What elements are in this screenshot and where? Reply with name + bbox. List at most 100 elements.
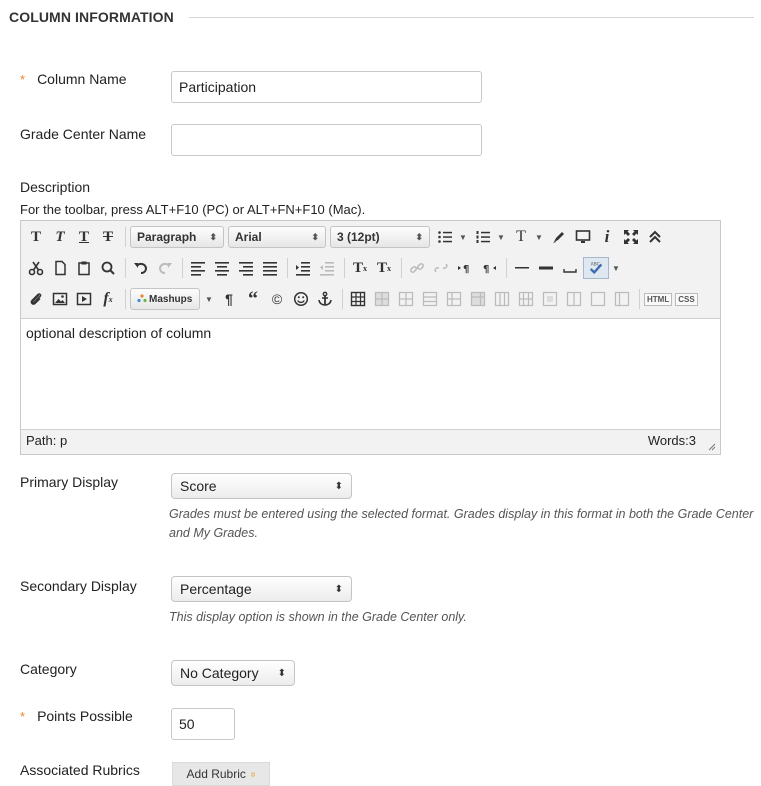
info-icon[interactable]: i [596,226,618,248]
category-select[interactable]: No Category ⬍ [171,660,295,686]
required-asterisk-icon: * [20,72,26,87]
description-editor: T T T T Paragraph ⬍ Arial ⬍ 3 (12pt) ⬍ ▼ ▼ … [20,220,721,455]
mashups-dropdown-icon[interactable]: ▼ [204,295,214,304]
paste-icon[interactable] [73,257,95,279]
table-delete-row-icon[interactable] [419,288,441,310]
primary-display-select[interactable]: Score ⬍ [171,473,352,499]
toolbar-separator [342,289,343,309]
secondary-display-value: Percentage [180,581,252,597]
table-props-icon[interactable] [587,288,609,310]
superscript-icon[interactable]: Tx [349,257,371,279]
secondary-display-select[interactable]: Percentage ⬍ [171,576,352,602]
spellcheck-icon[interactable]: ABC [583,257,609,279]
secondary-display-help: This display option is shown in the Grad… [169,610,467,624]
copyright-icon[interactable]: © [266,288,288,310]
resize-handle-icon[interactable] [706,441,716,451]
toolbar-separator [287,258,288,278]
insert-media-icon[interactable] [73,288,95,310]
cut-icon[interactable] [25,257,47,279]
insert-table-icon[interactable] [347,288,369,310]
css-editor-button[interactable]: CSS [675,292,698,306]
editor-word-count: Words:3 [647,433,696,448]
grade-center-name-label: Grade Center Name [20,126,147,142]
html-source-button[interactable]: HTML [644,292,673,306]
toolbar-separator [401,258,402,278]
description-content-area[interactable]: optional description of column [21,318,720,430]
table-delete-col-icon[interactable] [491,288,513,310]
toolbar-separator [506,258,507,278]
format-select[interactable]: Paragraph ⬍ [130,226,224,248]
nonbreaking-space-icon[interactable] [559,257,581,279]
format-select-value: Paragraph [137,230,197,244]
fullscreen-icon[interactable] [620,226,642,248]
highlight-pen-icon[interactable] [548,226,570,248]
italic-icon[interactable]: T [49,226,71,248]
text-color-icon[interactable]: T [510,226,532,248]
column-name-label: * Column Name [20,71,127,87]
rtl-direction-icon[interactable]: ¶ [478,257,500,279]
add-rubric-button[interactable]: Add Rubric » [172,762,270,786]
primary-display-help: Grades must be entered using the selecte… [169,507,754,540]
section-divider [188,16,754,18]
emoticon-icon[interactable] [290,288,312,310]
points-possible-label-text: Points Possible [37,708,133,724]
table-delete-icon[interactable] [611,288,633,310]
align-center-icon[interactable] [211,257,233,279]
bullet-list-dropdown-icon[interactable]: ▼ [458,233,468,242]
strikethrough-icon[interactable]: T [97,226,119,248]
associated-rubrics-label: Associated Rubrics [20,762,140,778]
table-split-cell-icon[interactable] [515,288,537,310]
grade-center-name-input[interactable] [171,124,482,156]
unlink-icon[interactable] [430,257,452,279]
table-row-after-icon[interactable] [395,288,417,310]
table-row-before-icon[interactable] [371,288,393,310]
mashups-select-content: Mashups [137,294,192,305]
align-justify-icon[interactable] [259,257,281,279]
editor-path: Path: p [26,433,68,448]
paragraph-mark-icon[interactable]: ¶ [218,288,240,310]
horizontal-rule-icon[interactable] [511,257,533,279]
size-select[interactable]: 3 (12pt) ⬍ [330,226,430,248]
primary-display-label: Primary Display [20,474,119,490]
preview-icon[interactable] [572,226,594,248]
numbered-list-icon[interactable] [472,226,494,248]
insert-image-icon[interactable] [49,288,71,310]
ltr-direction-icon[interactable]: ¶ [454,257,476,279]
attach-file-icon[interactable] [25,288,47,310]
math-function-icon[interactable]: fx [97,288,119,310]
subscript-icon[interactable]: Tx [373,257,395,279]
text-color-dropdown-icon[interactable]: ▼ [534,233,544,242]
size-select-value: 3 (12pt) [337,230,380,244]
points-possible-input[interactable] [171,708,235,740]
table-cell-props-icon[interactable] [563,288,585,310]
toolbar-separator [125,227,126,247]
column-name-input[interactable] [171,71,482,103]
font-select-value: Arial [235,230,262,244]
spellcheck-dropdown-icon[interactable]: ▼ [611,264,621,273]
align-left-icon[interactable] [187,257,209,279]
bullet-list-icon[interactable] [434,226,456,248]
toolbar-separator [125,258,126,278]
underline-icon[interactable]: T [73,226,95,248]
blockquote-icon[interactable]: “ [242,288,264,310]
table-col-before-icon[interactable] [443,288,465,310]
link-icon[interactable] [406,257,428,279]
search-icon[interactable] [97,257,119,279]
thick-rule-icon[interactable] [535,257,557,279]
align-right-icon[interactable] [235,257,257,279]
mashups-select[interactable]: Mashups [130,288,200,310]
indent-icon[interactable] [292,257,314,279]
anchor-icon[interactable] [314,288,336,310]
numbered-list-dropdown-icon[interactable]: ▼ [496,233,506,242]
outdent-icon[interactable] [316,257,338,279]
chevron-down-icon: » [247,771,259,777]
undo-icon[interactable] [130,257,152,279]
table-col-after-icon[interactable] [467,288,489,310]
bold-icon[interactable]: T [25,226,47,248]
collapse-toolbar-icon[interactable] [644,226,666,248]
subscript-glyph: T [376,259,387,276]
font-select[interactable]: Arial ⬍ [228,226,326,248]
table-merge-cells-icon[interactable] [539,288,561,310]
redo-icon[interactable] [154,257,176,279]
copy-icon[interactable] [49,257,71,279]
